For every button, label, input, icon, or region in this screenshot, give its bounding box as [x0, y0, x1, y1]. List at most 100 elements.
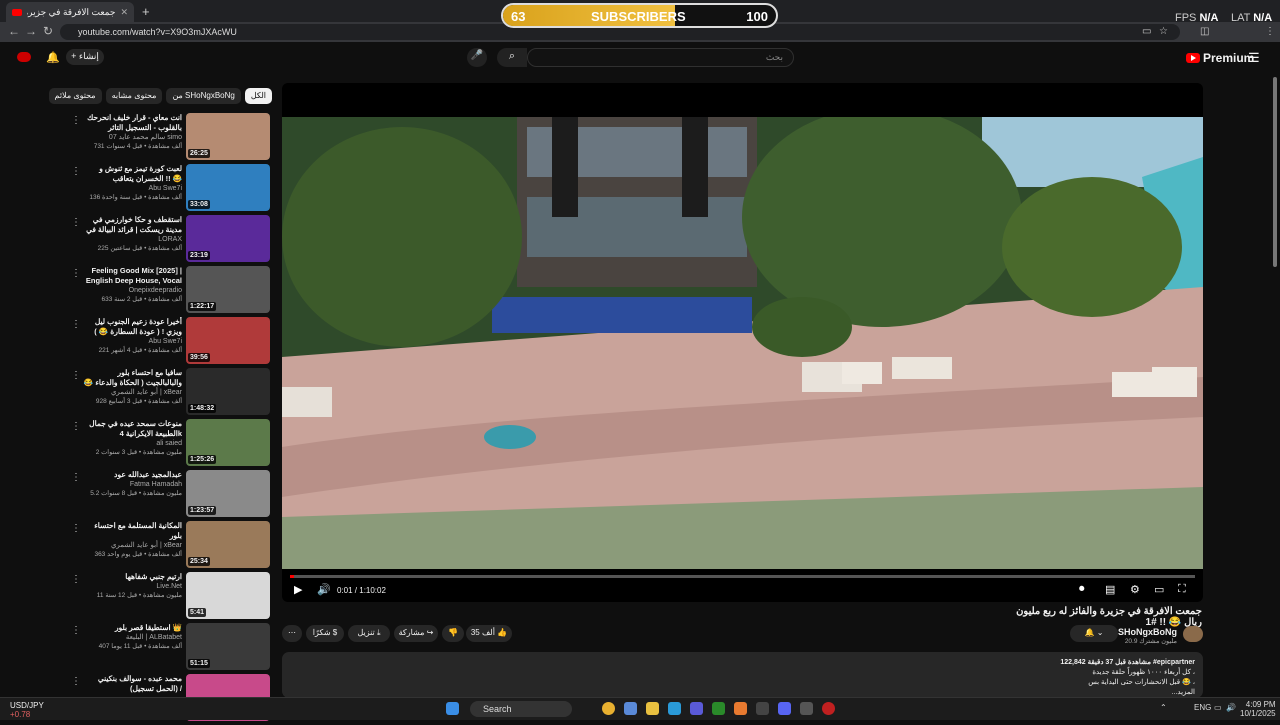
more-options-icon[interactable]: ⋮ [71, 523, 81, 534]
video-thumbnail[interactable]: 1:22:17 [186, 266, 270, 313]
store-icon[interactable] [690, 702, 703, 715]
video-thumbnail[interactable]: 1:23:57 [186, 470, 270, 517]
like-button[interactable]: 35 ألف 👍 [466, 625, 512, 642]
create-button[interactable]: + إنشاء [66, 49, 104, 65]
channel-name[interactable]: أبو عايد الشمري | xBear [82, 541, 182, 550]
download-button[interactable]: تنزيل ⤓ [348, 625, 390, 642]
voice-search-icon[interactable]: 🎤 [467, 48, 487, 67]
video-title[interactable]: استطيقا قصر بلور 👑 [82, 623, 182, 633]
video-title[interactable]: Feeling Good Mix [2025] | English Deep H… [82, 266, 182, 286]
discord-icon[interactable] [778, 702, 791, 715]
more-options-icon[interactable]: ⋮ [71, 370, 81, 381]
extensions-icon[interactable]: ◫ [1200, 26, 1209, 37]
play-icon[interactable]: ▶ [294, 583, 302, 596]
bookmark-star-icon[interactable]: ☆ [1159, 26, 1168, 37]
channel-name[interactable]: أبو عايد الشمري | xBear [82, 388, 182, 397]
more-options-icon[interactable]: ⋮ [71, 625, 81, 636]
related-video-item[interactable]: 25:34 المكانية المستلمة مع احتساء بلور أبو… [66, 521, 272, 572]
related-video-item[interactable]: 26:25 انت معاي - قرار خليف انحرحك بالقلوب… [66, 113, 272, 164]
account-avatar[interactable] [17, 52, 31, 62]
stock-ticker-widget[interactable]: USD/JPY +0.78 [10, 701, 44, 719]
subtitles-icon[interactable]: ▤ [1105, 583, 1115, 596]
related-video-item[interactable]: 33:08 لعبت كورة تيمز مع ثنوش و الخسران يت… [66, 164, 272, 215]
start-icon[interactable] [446, 702, 459, 715]
clock[interactable]: 4:09 PM 10/1/2025 [1240, 700, 1276, 718]
new-tab-icon[interactable]: + [142, 4, 150, 19]
thanks-button[interactable]: شكرًا $ [306, 625, 344, 642]
more-actions-button[interactable]: ⋯ [282, 625, 302, 642]
video-player[interactable]: ▶ 🔊 0:01 / 1:10:02 ⏺ ▤ ⚙ ▭ ⛶ [282, 83, 1203, 602]
file-explorer-icon[interactable] [646, 702, 659, 715]
back-icon[interactable]: ← [8, 24, 20, 38]
chip-suitable[interactable]: محتوى ملائم [48, 88, 102, 104]
video-thumbnail[interactable]: 39:56 [186, 317, 270, 364]
dislike-button[interactable]: 👎 [442, 625, 464, 642]
chip-all[interactable]: الكل [244, 88, 272, 104]
video-title[interactable]: منوعات سمحد عيده في جمال الطبيعة الايكرا… [82, 419, 182, 439]
channel-name[interactable]: LORAX [82, 235, 182, 244]
volume-icon[interactable]: 🔊 [317, 583, 331, 596]
copilot-icon[interactable] [624, 702, 637, 715]
video-thumbnail[interactable]: 23:19 [186, 215, 270, 262]
tray-expand-icon[interactable]: ⌃ [1160, 703, 1167, 712]
video-title[interactable]: ارتيم جنبي شفاهها [82, 572, 182, 582]
video-thumbnail[interactable]: 1:48:32 [186, 368, 270, 415]
subscribed-button[interactable]: 🔔 ⌄ [1070, 625, 1118, 642]
channel-name[interactable]: Abu Swe7i [82, 337, 182, 346]
forward-icon[interactable]: → [25, 24, 37, 38]
more-options-icon[interactable]: ⋮ [71, 166, 81, 177]
video-thumbnail[interactable]: 25:34 [186, 521, 270, 568]
app-icon[interactable] [734, 702, 747, 715]
theater-mode-icon[interactable]: ▭ [1154, 583, 1164, 596]
video-title[interactable]: سافيا مع احتساء بلور والبالبالجيت ( الحك… [82, 368, 182, 388]
video-thumbnail[interactable]: 51:15 [186, 623, 270, 670]
channel-name[interactable]: SHoNgxBoNg [1118, 627, 1177, 637]
related-video-item[interactable]: 1:23:57 عبدالمجيد عبدالله عود Fatma Hamada… [66, 470, 272, 521]
notifications-bell-icon[interactable]: 🔔 [46, 51, 60, 64]
description-box[interactable]: 122,842 مشاهدة قبل 37 دقيقة #epicpartner… [282, 652, 1203, 698]
video-title[interactable]: لعبت كورة تيمز مع ثنوش و الخسران يتعاقب … [82, 164, 182, 184]
video-thumbnail[interactable]: 26:25 [186, 113, 270, 160]
more-options-icon[interactable]: ⋮ [71, 421, 81, 432]
channel-name[interactable]: Fatma Hamadah [82, 480, 182, 489]
chip-related[interactable]: محتوى مشابه [105, 88, 163, 104]
obs-icon[interactable] [822, 702, 835, 715]
search-input[interactable]: بحث [527, 48, 794, 67]
search-button-icon[interactable]: ⌕ [497, 48, 527, 67]
channel-name[interactable]: البليعة | ALBatabet [82, 633, 182, 642]
xbox-icon[interactable] [712, 702, 725, 715]
browser-tab[interactable]: جمعت الافرقة في جزيرة والفائز له ✕ [6, 2, 134, 22]
more-options-icon[interactable]: ⋮ [71, 472, 81, 483]
video-title[interactable]: عبدالمجيد عبدالله عود [82, 470, 182, 480]
channel-name[interactable]: ali saied [82, 439, 182, 448]
volume-tray-icon[interactable]: 🔊 [1226, 703, 1236, 712]
more-options-icon[interactable]: ⋮ [71, 217, 81, 228]
video-frame[interactable] [282, 117, 1203, 569]
autoplay-toggle-icon[interactable]: ⏺ [1079, 583, 1085, 596]
chip-from-channel[interactable]: من SHoNgxBoNg [166, 88, 241, 104]
channel-name[interactable]: سالم محمد عايد 07 simo [82, 133, 182, 142]
more-options-icon[interactable]: ⋮ [71, 574, 81, 585]
video-thumbnail[interactable]: 5:41 [186, 572, 270, 619]
related-video-item[interactable]: 5:41 ارتيم جنبي شفاهها Live.Net 11 مليون مش… [66, 572, 272, 623]
more-options-icon[interactable]: ⋮ [71, 268, 81, 279]
video-thumbnail[interactable]: 1:25:26 [186, 419, 270, 466]
video-title[interactable]: أخيرا عودة زعيم الجنوب ليل ويزي ! ( عودة… [82, 317, 182, 337]
chrome-icon[interactable] [602, 702, 615, 715]
guide-menu-icon[interactable]: ☰ [1248, 50, 1260, 66]
youtube-premium-logo[interactable]: Premium [1186, 51, 1254, 65]
channel-name[interactable]: Live.Net [82, 582, 182, 591]
edge-icon[interactable] [668, 702, 681, 715]
language-indicator[interactable]: ENG [1194, 703, 1211, 712]
related-video-item[interactable]: 1:48:32 سافيا مع احتساء بلور والبالبالجيت… [66, 368, 272, 419]
share-button[interactable]: مشاركة ↪ [394, 625, 438, 642]
reload-icon[interactable]: ↻ [43, 24, 53, 38]
cast-icon[interactable]: ▭ [1142, 26, 1151, 37]
network-icon[interactable]: ▭ [1214, 703, 1222, 712]
video-title[interactable]: انت معاي - قرار خليف انحرحك بالقلوب - ال… [82, 113, 182, 133]
channel-name[interactable]: Abu Swe7i [82, 184, 182, 193]
related-video-item[interactable]: 1:25:26 منوعات سمحد عيده في جمال الطبيعة … [66, 419, 272, 470]
app-icon[interactable] [800, 702, 813, 715]
more-options-icon[interactable]: ⋮ [71, 115, 81, 126]
browser-menu-icon[interactable]: ⋮ [1265, 26, 1275, 37]
